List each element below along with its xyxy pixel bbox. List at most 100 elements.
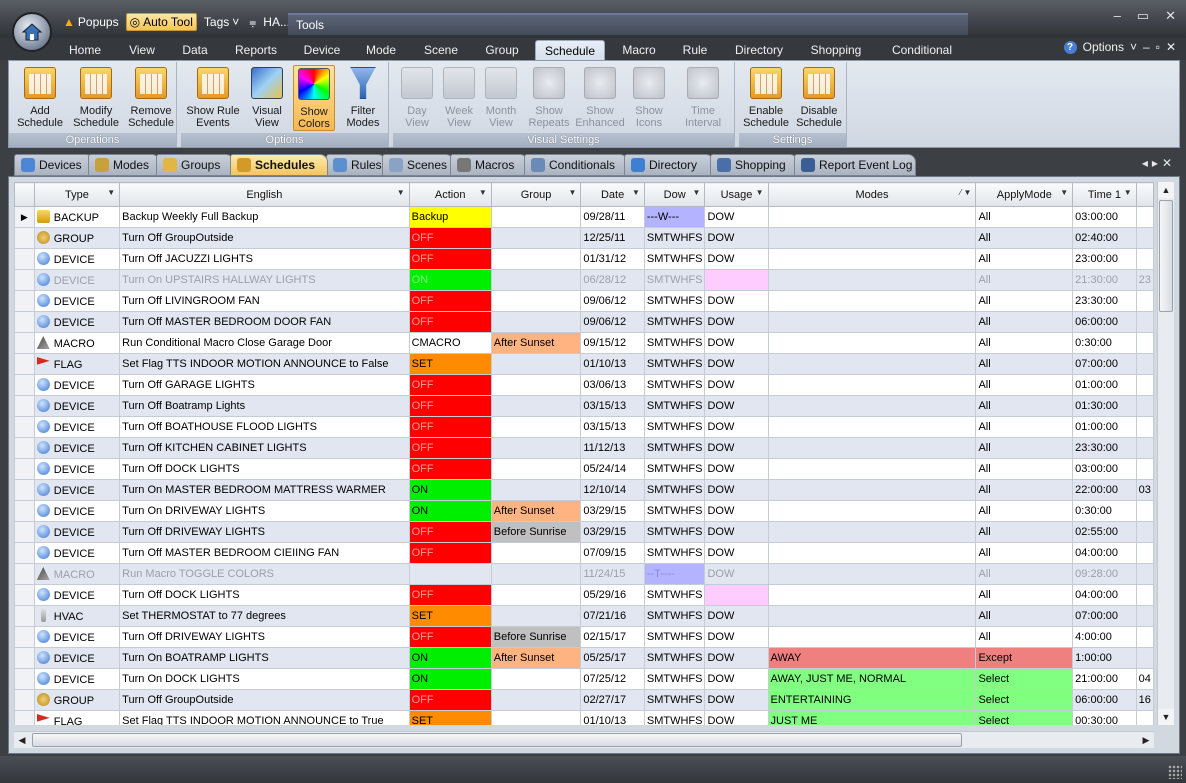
table-row[interactable]: DEVICE Turn Off BOATHOUSE FLOOD LIGHTS OFF… xyxy=(14,416,1154,438)
cell-usage[interactable]: DOW xyxy=(704,332,769,354)
cell-group[interactable] xyxy=(490,311,582,333)
table-row[interactable]: DEVICE Turn On DOCK LIGHTS ON 07/25/12 SMTWH… xyxy=(14,668,1154,690)
cell-english[interactable]: Turn Off GroupOutside xyxy=(119,227,410,249)
table-row[interactable]: HVAC Set THERMOSTAT to 77 degrees SET 07/21… xyxy=(14,605,1154,627)
cell-usage[interactable]: DOW xyxy=(704,521,769,543)
cell-type[interactable]: FLAG xyxy=(33,353,121,375)
cell-time2[interactable] xyxy=(1135,227,1154,249)
cell-applymode[interactable]: All xyxy=(975,374,1074,396)
cell-time2[interactable]: 16 xyxy=(1135,689,1154,711)
cell-time1[interactable]: 23:30:00 xyxy=(1072,437,1137,459)
row-selector[interactable] xyxy=(14,290,35,312)
cell-date[interactable]: 09/15/12 xyxy=(580,332,645,354)
cell-action[interactable]: OFF xyxy=(408,416,492,438)
cell-type[interactable]: DEVICE xyxy=(33,416,121,438)
ribbon-close-button[interactable]: ✕ xyxy=(1166,40,1176,54)
time-interval-button[interactable]: Time Interval xyxy=(675,65,731,131)
scroll-right-icon[interactable]: ▸ xyxy=(1152,156,1162,170)
cell-dow[interactable]: SMTWHFS xyxy=(643,248,706,270)
table-row[interactable]: FLAG Set Flag TTS INDOOR MOTION ANNOUNCE … xyxy=(14,353,1154,375)
cell-english[interactable]: Set Flag TTS INDOOR MOTION ANNOUNCE to T… xyxy=(119,710,410,725)
cell-type[interactable]: DEVICE xyxy=(33,269,121,291)
cell-group[interactable] xyxy=(490,668,582,690)
row-selector[interactable] xyxy=(14,227,35,249)
table-row[interactable]: DEVICE Turn Off GARAGE LIGHTS OFF 03/06/13 S… xyxy=(14,374,1154,396)
cell-time2[interactable] xyxy=(1135,437,1154,459)
filter-dropdown-icon[interactable]: ▼ xyxy=(1124,188,1132,197)
cell-applymode[interactable]: All xyxy=(975,206,1074,228)
cell-modes[interactable] xyxy=(767,416,977,438)
cell-date[interactable]: 03/06/13 xyxy=(580,374,645,396)
show-repeats-button[interactable]: Show Repeats xyxy=(527,65,571,131)
row-selector[interactable]: ▶ xyxy=(14,206,35,228)
doctab-shopping[interactable]: Shopping xyxy=(710,154,798,176)
cell-type[interactable]: GROUP xyxy=(33,689,121,711)
cell-date[interactable]: 03/29/15 xyxy=(580,500,645,522)
row-selector[interactable] xyxy=(14,563,35,585)
month-view-button[interactable]: Month View xyxy=(481,65,521,131)
cell-time1[interactable]: 1:00:00 xyxy=(1072,647,1137,669)
options-button[interactable]: Options xyxy=(1083,40,1124,54)
horizontal-scrollbar[interactable]: ◀ ▶ xyxy=(14,731,1154,748)
cell-usage[interactable]: DOW xyxy=(704,206,769,228)
cell-applymode[interactable]: All xyxy=(975,437,1074,459)
tab-rule[interactable]: Rule xyxy=(672,40,718,60)
table-row[interactable]: DEVICE Turn Off DRIVEWAY LIGHTS OFF Before … xyxy=(14,626,1154,648)
cell-date[interactable]: 09/06/12 xyxy=(580,290,645,312)
table-row[interactable]: GROUP Turn Off GroupOutside OFF 02/27/17 SMT… xyxy=(14,689,1154,711)
cell-time2[interactable]: 03 xyxy=(1135,479,1154,501)
tab-device[interactable]: Device xyxy=(294,40,350,60)
cell-time2[interactable] xyxy=(1135,500,1154,522)
cell-group[interactable] xyxy=(490,395,582,417)
cell-type[interactable]: DEVICE xyxy=(33,248,121,270)
cell-applymode[interactable]: Select xyxy=(975,668,1074,690)
cell-date[interactable]: 11/12/13 xyxy=(580,437,645,459)
cell-type[interactable]: DEVICE xyxy=(33,584,121,606)
table-row[interactable]: DEVICE Turn On UPSTAIRS HALLWAY LIGHTS ON 0… xyxy=(14,269,1154,291)
cell-time1[interactable]: 0:30:00 xyxy=(1072,500,1137,522)
cell-dow[interactable]: SMTWHFS xyxy=(643,353,706,375)
cell-modes[interactable] xyxy=(767,584,977,606)
cell-date[interactable]: 01/31/12 xyxy=(580,248,645,270)
cell-time1[interactable]: 01:00:00 xyxy=(1072,416,1137,438)
cell-english[interactable]: Set THERMOSTAT to 77 degrees xyxy=(119,605,410,627)
doctab-devices[interactable]: Devices xyxy=(14,154,94,176)
cell-time1[interactable]: 01:00:00 xyxy=(1072,374,1137,396)
cell-time1[interactable]: 22:00:00 xyxy=(1072,479,1137,501)
cell-applymode[interactable]: All xyxy=(975,500,1074,522)
cell-applymode[interactable]: All xyxy=(975,290,1074,312)
cell-usage[interactable]: DOW xyxy=(704,710,769,725)
cell-usage[interactable]: DOW xyxy=(704,668,769,690)
cell-group[interactable] xyxy=(490,290,582,312)
cell-applymode[interactable]: Except xyxy=(975,647,1074,669)
cell-date[interactable]: 11/24/15 xyxy=(580,563,645,585)
cell-action[interactable]: SET xyxy=(408,710,492,725)
tab-home[interactable]: Home xyxy=(60,40,110,60)
cell-modes[interactable] xyxy=(767,248,977,270)
tab-macro[interactable]: Macro xyxy=(612,40,666,60)
cell-group[interactable] xyxy=(490,458,582,480)
col-modes-header[interactable]: Modes ⁄ ▼ xyxy=(767,182,977,207)
cell-type[interactable]: DEVICE xyxy=(33,626,121,648)
cell-applymode[interactable]: Select xyxy=(975,689,1074,711)
scroll-down-icon[interactable]: ▼ xyxy=(1158,709,1174,725)
cell-time2[interactable] xyxy=(1135,248,1154,270)
cell-english[interactable]: Turn Off DRIVEWAY LIGHTS xyxy=(119,521,410,543)
cell-usage[interactable]: DOW xyxy=(704,689,769,711)
cell-date[interactable]: 05/24/14 xyxy=(580,458,645,480)
cell-dow[interactable]: SMTWHFS xyxy=(643,290,706,312)
filter-dropdown-icon[interactable]: ▼ xyxy=(397,188,405,197)
cell-time1[interactable]: 07:00:00 xyxy=(1072,605,1137,627)
cell-dow[interactable]: SMTWHFS xyxy=(643,710,706,725)
row-selector[interactable] xyxy=(14,311,35,333)
cell-group[interactable] xyxy=(490,689,582,711)
add-schedule-button[interactable]: Add Schedule xyxy=(15,65,65,131)
cell-usage[interactable]: DOW xyxy=(704,374,769,396)
doctab-modes[interactable]: Modes xyxy=(88,154,160,176)
cell-dow[interactable]: SMTWHFS xyxy=(643,668,706,690)
table-row[interactable]: MACRO Run Conditional Macro Close Garage … xyxy=(14,332,1154,354)
cell-time1[interactable]: 23:00:00 xyxy=(1072,248,1137,270)
cell-group[interactable]: Before Sunrise xyxy=(490,521,582,543)
tab-scene[interactable]: Scene xyxy=(414,40,468,60)
qat-customize-button[interactable]: ⩦ xyxy=(246,14,259,31)
